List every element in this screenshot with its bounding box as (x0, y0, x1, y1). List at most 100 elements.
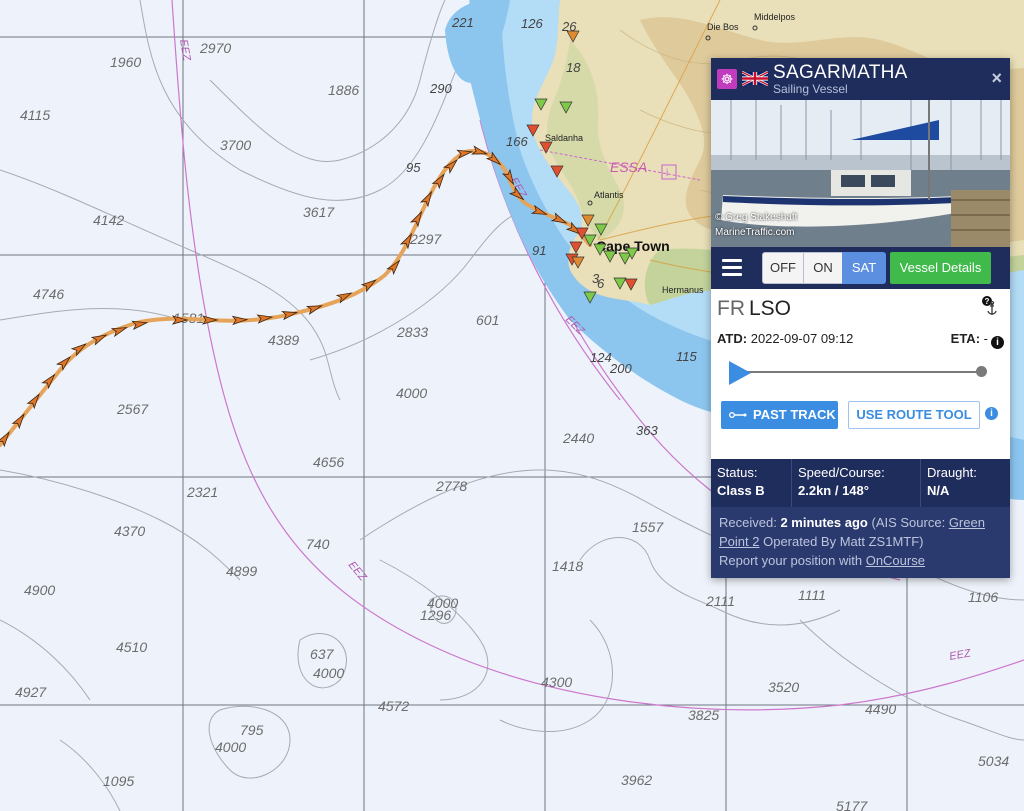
depth-label: 18 (566, 60, 581, 75)
past-track-button[interactable]: PAST TRACK (721, 401, 838, 429)
route-tool-button[interactable]: USE ROUTE TOOL (848, 401, 980, 429)
vessel-photo[interactable]: © Greg Stakeshaft MarineTraffic.com (711, 100, 1010, 247)
toggle-on-button[interactable]: ON (803, 252, 843, 284)
depth-label: 290 (429, 81, 452, 96)
town-label: Saldanha (545, 133, 583, 143)
vessel-status-bar: Status: Class B Speed/Course: 2.2kn / 14… (711, 459, 1010, 507)
depth-label: 4510 (116, 639, 147, 655)
svg-text:?: ? (985, 297, 990, 306)
oncourse-link[interactable]: OnCourse (866, 553, 925, 568)
info-icon[interactable]: i (991, 336, 1004, 349)
depth-label: 2833 (396, 324, 428, 340)
draught-label: Draught: (927, 465, 977, 480)
depth-label: 2778 (435, 478, 467, 494)
depth-label: 1418 (552, 558, 583, 574)
info-icon[interactable]: i (985, 407, 998, 420)
depth-label: 3617 (303, 204, 335, 220)
depth-label: 115 (676, 349, 697, 364)
operated-by: Operated By Matt ZS1MTF) (763, 534, 924, 549)
popup-toolbar: OFF ON SAT Vessel Details (711, 247, 1010, 289)
depth-label: 3825 (688, 707, 719, 723)
depth-label: 1296 (420, 607, 451, 623)
depth-label: 4300 (541, 674, 572, 690)
depth-label: 637 (310, 646, 335, 662)
essa-label: ESSA (610, 159, 647, 175)
atd-label: ATD: (717, 331, 748, 346)
atd-value: 2022-09-07 09:12 (750, 331, 854, 346)
received-label: Received: (719, 515, 777, 530)
depth-label: 200 (609, 361, 632, 376)
depth-label: 4000 (215, 739, 246, 755)
depth-label: 4900 (24, 582, 55, 598)
photo-credit-site: MarineTraffic.com (715, 227, 795, 238)
uk-flag-icon (742, 70, 768, 87)
status-label: Status: (717, 465, 758, 480)
depth-label: 1960 (110, 54, 141, 70)
atd-line: ATD: 2022-09-07 09:12 (717, 331, 853, 346)
popup-header: ☸ SAGARMATHA Sailing Vessel × (711, 58, 1010, 100)
callsign-value: LSO (749, 297, 792, 320)
anchor-help-icon[interactable]: ? (980, 295, 1000, 319)
depth-label: 1111 (798, 587, 826, 603)
voyage-destination-dot (976, 366, 987, 377)
vessel-type: Sailing Vessel (773, 82, 848, 96)
vessel-name: SAGARMATHA (773, 62, 908, 83)
eta-value: - (983, 331, 988, 346)
speed-label: Speed/Course: (798, 465, 885, 480)
depth-label: 4572 (378, 698, 409, 714)
depth-label: 4115 (20, 107, 50, 123)
past-track-label: PAST TRACK (753, 407, 836, 422)
status-stat: Status: Class B (717, 465, 765, 498)
depth-label: 124 (590, 350, 612, 365)
depth-label: 6 (597, 276, 605, 291)
eta-label: ETA: (950, 331, 981, 346)
voyage-progress-arrow-icon (729, 361, 751, 385)
close-button[interactable]: × (991, 68, 1002, 89)
depth-label: 1106 (968, 589, 998, 605)
divider (920, 459, 921, 507)
report-label: Report your position with (719, 553, 863, 568)
depth-label: 795 (240, 722, 264, 738)
depth-label: 4000 (396, 385, 427, 401)
toggle-off-button[interactable]: OFF (762, 252, 804, 284)
depth-label: 91 (532, 243, 546, 258)
depth-label: 4370 (114, 523, 145, 539)
menu-icon[interactable] (722, 259, 742, 277)
callsign: FR LSO (717, 297, 791, 321)
photo-credit: © Greg Stakeshaft (715, 212, 798, 223)
received-info: Received: 2 minutes ago (AIS Source: Gre… (711, 507, 1010, 578)
speed-stat: Speed/Course: 2.2kn / 148° (798, 465, 885, 498)
depth-label: 1095 (103, 773, 134, 789)
depth-label: 2970 (199, 40, 231, 56)
essa-box-label: i (666, 168, 668, 179)
town-label: Middelpos (754, 12, 796, 22)
depth-label: 1557 (632, 519, 664, 535)
depth-label: 4490 (865, 701, 896, 717)
depth-label: 126 (521, 16, 543, 31)
depth-label: 4389 (268, 332, 299, 348)
eta-line: ETA: -i (951, 331, 1004, 349)
speed-value: 2.2kn / 148° (798, 483, 869, 498)
depth-label: 2440 (562, 430, 594, 446)
depth-label: 363 (636, 423, 658, 438)
depth-label: 5177 (836, 798, 868, 811)
toggle-sat-button[interactable]: SAT (842, 252, 886, 284)
vessel-details-button[interactable]: Vessel Details (890, 252, 991, 284)
depth-label: 5034 (978, 753, 1009, 769)
depth-label: 95 (406, 160, 421, 175)
draught-stat: Draught: N/A (927, 465, 977, 498)
status-value: Class B (717, 483, 765, 498)
depth-label: 4142 (93, 212, 124, 228)
depth-label: 1886 (328, 82, 359, 98)
town-label: Die Bos (707, 22, 739, 32)
depth-label: 4656 (313, 454, 344, 470)
depth-label: 601 (476, 312, 499, 328)
draught-value: N/A (927, 483, 950, 498)
depth-label: 4746 (33, 286, 64, 302)
voyage-progress-track (741, 371, 981, 373)
vessel-popup: ☸ SAGARMATHA Sailing Vessel × © Greg Sta… (711, 58, 1010, 578)
depth-label: 2321 (186, 484, 218, 500)
depth-label: 2111 (705, 593, 735, 609)
depth-label: 4927 (15, 684, 47, 700)
depth-label: 2567 (116, 401, 149, 417)
